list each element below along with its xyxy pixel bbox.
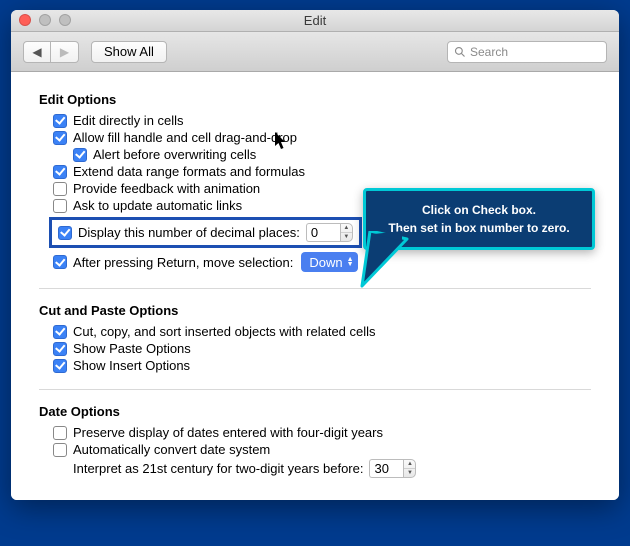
window-controls xyxy=(19,14,71,26)
label-extend-formats: Extend data range formats and formulas xyxy=(73,164,305,179)
decimal-stepper-buttons[interactable]: ▲▼ xyxy=(340,223,353,242)
checkbox-preserve-display[interactable] xyxy=(53,426,67,440)
date-title: Date Options xyxy=(39,404,591,419)
interpret-century-stepper: ▲▼ xyxy=(369,459,416,478)
label-edit-directly: Edit directly in cells xyxy=(73,113,184,128)
decimal-places-stepper: ▲▼ xyxy=(306,223,353,242)
row-alert-overwrite: Alert before overwriting cells xyxy=(73,147,591,162)
show-all-button[interactable]: Show All xyxy=(91,41,167,63)
checkbox-provide-feedback[interactable] xyxy=(53,182,67,196)
search-icon xyxy=(454,46,466,58)
divider xyxy=(39,389,591,390)
row-show-paste: Show Paste Options xyxy=(53,341,591,356)
toolbar: ◀ ▶ Show All Search xyxy=(11,32,619,72)
chevron-up-icon[interactable]: ▲ xyxy=(341,224,352,233)
row-cut-copy-sort: Cut, copy, and sort inserted objects wit… xyxy=(53,324,591,339)
checkbox-auto-convert[interactable] xyxy=(53,443,67,457)
callout-tail-icon xyxy=(352,231,422,291)
zoom-icon[interactable] xyxy=(59,14,71,26)
label-ask-update-links: Ask to update automatic links xyxy=(73,198,242,213)
chevron-up-icon[interactable]: ▲ xyxy=(404,460,415,469)
after-return-value: Down xyxy=(309,255,342,270)
callout-line1: Click on Check box. xyxy=(374,201,584,219)
row-fill-handle: Allow fill handle and cell drag-and-drop xyxy=(53,130,591,145)
checkbox-edit-directly[interactable] xyxy=(53,114,67,128)
row-after-return: After pressing Return, move selection: D… xyxy=(53,252,591,272)
back-button[interactable]: ◀ xyxy=(23,41,51,63)
checkbox-alert-overwrite[interactable] xyxy=(73,148,87,162)
search-placeholder: Search xyxy=(470,45,508,59)
label-show-paste: Show Paste Options xyxy=(73,341,191,356)
row-show-insert: Show Insert Options xyxy=(53,358,591,373)
decimal-places-input[interactable] xyxy=(306,223,340,242)
label-provide-feedback: Provide feedback with animation xyxy=(73,181,260,196)
checkbox-show-paste[interactable] xyxy=(53,342,67,356)
checkbox-show-insert[interactable] xyxy=(53,359,67,373)
search-field[interactable]: Search xyxy=(447,41,607,63)
checkbox-ask-update-links[interactable] xyxy=(53,199,67,213)
checkbox-fill-handle[interactable] xyxy=(53,131,67,145)
chevron-down-icon[interactable]: ▼ xyxy=(341,233,352,241)
checkbox-after-return[interactable] xyxy=(53,255,67,269)
minimize-icon[interactable] xyxy=(39,14,51,26)
titlebar: Edit xyxy=(11,10,619,32)
label-interpret-century: Interpret as 21st century for two-digit … xyxy=(73,461,363,476)
forward-button[interactable]: ▶ xyxy=(51,41,79,63)
label-alert-overwrite: Alert before overwriting cells xyxy=(93,147,256,162)
interpret-stepper-buttons[interactable]: ▲▼ xyxy=(403,459,416,478)
label-cut-copy-sort: Cut, copy, and sort inserted objects wit… xyxy=(73,324,376,339)
content-pane: Edit Options Edit directly in cells Allo… xyxy=(11,72,619,500)
after-return-select[interactable]: Down ▲▼ xyxy=(301,252,357,272)
preferences-window: Edit ◀ ▶ Show All Search Edit Options Ed… xyxy=(11,10,619,500)
label-fill-handle: Allow fill handle and cell drag-and-drop xyxy=(73,130,297,145)
checkbox-extend-formats[interactable] xyxy=(53,165,67,179)
cursor-icon xyxy=(275,132,289,150)
row-auto-convert: Automatically convert date system xyxy=(53,442,591,457)
row-extend-formats: Extend data range formats and formulas xyxy=(53,164,591,179)
edit-options-title: Edit Options xyxy=(39,92,591,107)
label-decimal-places: Display this number of decimal places: xyxy=(78,225,300,240)
label-after-return: After pressing Return, move selection: xyxy=(73,255,293,270)
annotation-callout: Click on Check box. Then set in box numb… xyxy=(363,188,595,250)
label-auto-convert: Automatically convert date system xyxy=(73,442,270,457)
chevron-down-icon[interactable]: ▼ xyxy=(404,469,415,477)
row-preserve-display: Preserve display of dates entered with f… xyxy=(53,425,591,440)
label-show-insert: Show Insert Options xyxy=(73,358,190,373)
divider xyxy=(39,288,591,289)
row-interpret-century: Interpret as 21st century for two-digit … xyxy=(73,459,591,478)
checkbox-decimal-places[interactable] xyxy=(58,226,72,240)
row-edit-directly: Edit directly in cells xyxy=(53,113,591,128)
close-icon[interactable] xyxy=(19,14,31,26)
highlight-decimal-row: Display this number of decimal places: ▲… xyxy=(49,217,362,248)
interpret-century-input[interactable] xyxy=(369,459,403,478)
cutpaste-title: Cut and Paste Options xyxy=(39,303,591,318)
window-title: Edit xyxy=(304,13,326,28)
label-preserve-display: Preserve display of dates entered with f… xyxy=(73,425,383,440)
checkbox-cut-copy-sort[interactable] xyxy=(53,325,67,339)
nav-segment: ◀ ▶ xyxy=(23,41,79,63)
